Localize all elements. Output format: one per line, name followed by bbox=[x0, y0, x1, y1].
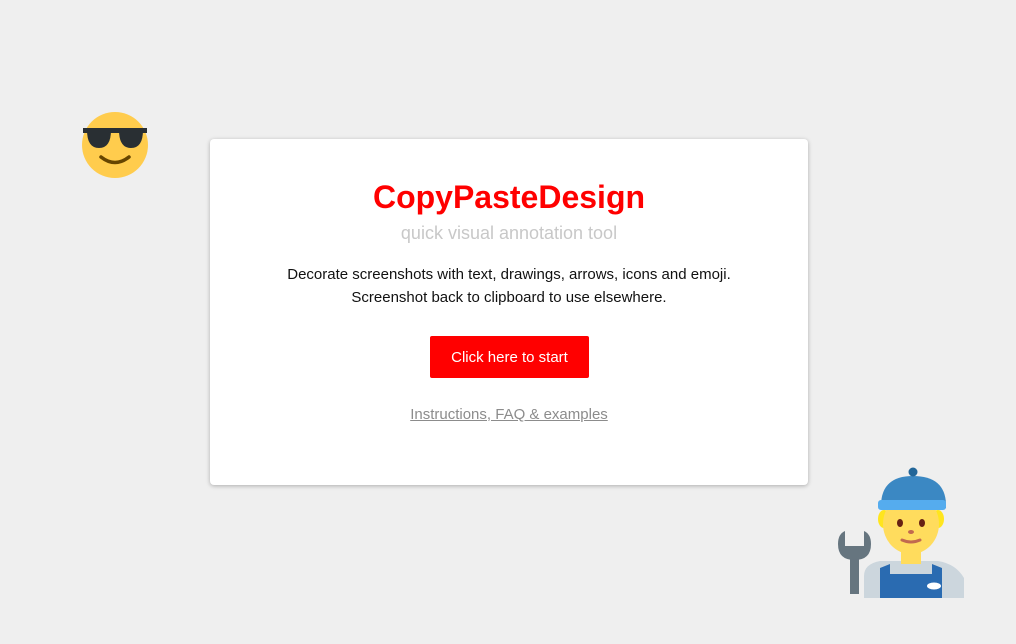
app-title: CopyPasteDesign bbox=[372, 179, 646, 215]
description-line: Decorate screenshots with text, drawings… bbox=[287, 266, 731, 283]
instructions-faq-link[interactable]: Instructions, FAQ & examples bbox=[210, 406, 808, 424]
sunglasses-face-emoji-icon bbox=[82, 112, 148, 178]
app-description: Decorate screenshots with text, drawings… bbox=[210, 263, 808, 309]
start-button[interactable]: Click here to start bbox=[430, 336, 589, 378]
app-tagline: quick visual annotation tool bbox=[400, 223, 618, 243]
welcome-card: CopyPasteDesign quick visual annotation … bbox=[210, 139, 808, 485]
mechanic-emoji-icon bbox=[838, 467, 964, 598]
description-line: Screenshot back to clipboard to use else… bbox=[351, 289, 667, 306]
